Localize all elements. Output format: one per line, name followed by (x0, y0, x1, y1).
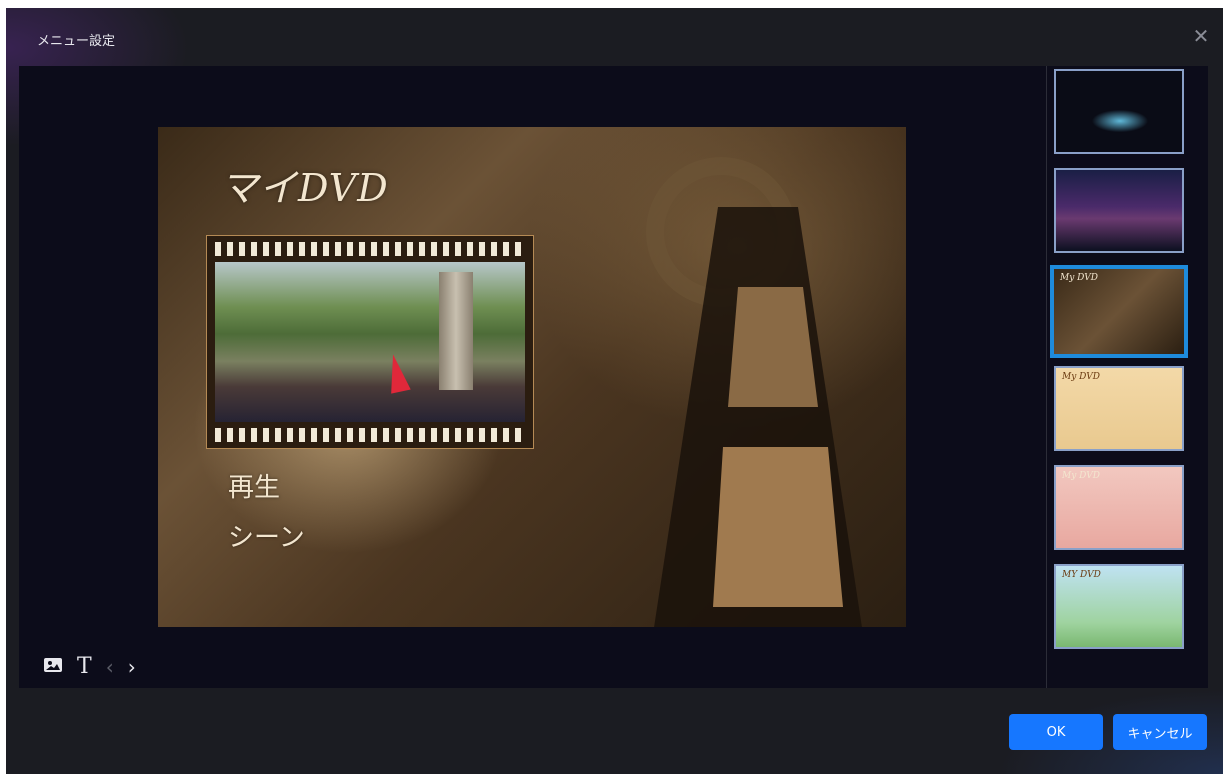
close-icon[interactable]: ✕ (1191, 26, 1211, 46)
flag-shape (383, 352, 411, 394)
template-thumbnail[interactable]: My DVD (1054, 465, 1184, 550)
chevron-right-icon[interactable]: › (128, 657, 136, 677)
template-thumbnail-selected[interactable]: My DVD (1050, 265, 1188, 358)
tower-shape (439, 272, 473, 390)
preview-toolbar: T ‹ › (43, 655, 136, 677)
text-icon[interactable]: T (77, 655, 92, 677)
image-icon[interactable] (43, 656, 63, 677)
ok-button[interactable]: OK (1009, 714, 1103, 750)
menu-item-play[interactable]: 再生 (228, 467, 280, 504)
panel-divider (1046, 66, 1047, 688)
menu-title[interactable]: マイDVD (220, 157, 389, 212)
film-sprockets-bottom (215, 428, 525, 442)
template-caption: My DVD (1062, 471, 1100, 481)
menu-preview: マイDVD 再生 シーン (158, 127, 906, 627)
chevron-left-icon[interactable]: ‹ (106, 657, 114, 677)
template-thumbnail[interactable] (1054, 168, 1184, 253)
template-thumbnail[interactable]: My DVD (1054, 366, 1184, 451)
template-thumbnail[interactable]: MY DVD (1054, 564, 1184, 649)
chapter-thumbnail-frame[interactable] (206, 235, 534, 449)
template-thumbnail[interactable] (1054, 69, 1184, 154)
menu-item-scene[interactable]: シーン (228, 517, 305, 554)
film-sprockets-top (215, 242, 525, 256)
cancel-button[interactable]: キャンセル (1113, 714, 1207, 750)
chapter-thumbnail-image (215, 262, 525, 422)
template-caption: My DVD (1062, 372, 1100, 382)
menu-settings-dialog: メニュー設定 ✕ マイDVD 再生 シーン T ‹ › My DVD My DV… (6, 8, 1223, 774)
filmstrip-decoration (654, 207, 862, 627)
preview-workarea: マイDVD 再生 シーン T ‹ › My DVD My DVD My DVD … (19, 66, 1208, 688)
dialog-title: メニュー設定 (37, 34, 116, 49)
template-caption: My DVD (1060, 273, 1098, 283)
template-caption: MY DVD (1062, 570, 1101, 580)
